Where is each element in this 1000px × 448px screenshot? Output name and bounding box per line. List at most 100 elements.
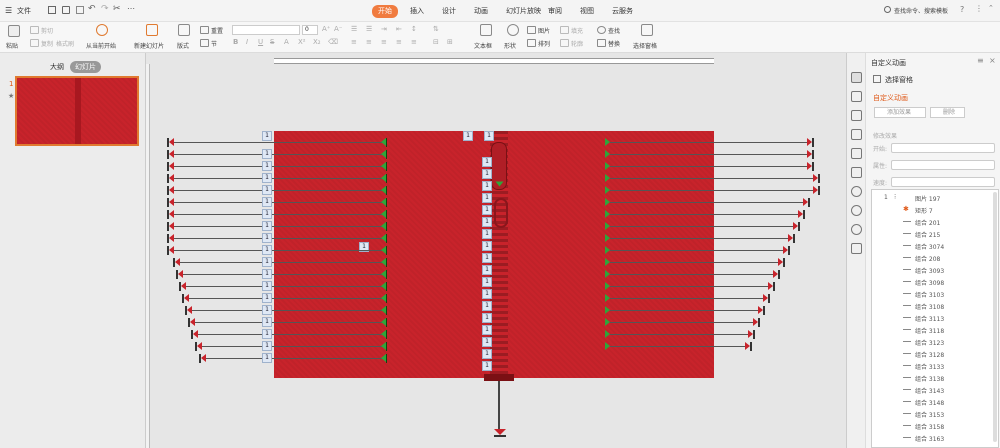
- animation-list-item[interactable]: 组合 3153: [872, 408, 998, 420]
- layout-icon[interactable]: [178, 24, 190, 36]
- superscript-icon[interactable]: X²: [298, 38, 306, 46]
- shape-button[interactable]: 形状: [504, 41, 516, 50]
- tab-design[interactable]: 设计: [436, 5, 462, 18]
- help-icon[interactable]: ?: [960, 5, 964, 14]
- collapse-ribbon-icon[interactable]: ⌃: [988, 4, 994, 12]
- animation-list-item[interactable]: 组合 3163: [872, 432, 998, 444]
- shape-icon[interactable]: [507, 24, 519, 36]
- line-spacing-icon[interactable]: ↕: [411, 25, 417, 33]
- animation-tag[interactable]: 1: [482, 205, 492, 215]
- distribute-icon[interactable]: ≡: [411, 38, 417, 46]
- animation-tag[interactable]: 1: [482, 181, 492, 191]
- subscript-icon[interactable]: X₂: [313, 38, 321, 46]
- list-scrollbar[interactable]: [993, 192, 997, 442]
- from-current-button[interactable]: 从当前开始: [86, 41, 116, 50]
- tab-insert[interactable]: 插入: [404, 5, 430, 18]
- clear-format-icon[interactable]: ⌫: [328, 38, 338, 46]
- outline-icon[interactable]: [560, 39, 569, 47]
- text-align-icon[interactable]: ⊟: [433, 38, 439, 46]
- animation-tag[interactable]: 1: [262, 161, 272, 171]
- star-icon[interactable]: [851, 148, 862, 159]
- animation-tag[interactable]: 1: [482, 313, 492, 323]
- save-icon[interactable]: [48, 6, 56, 14]
- animation-tag[interactable]: 1: [262, 293, 272, 303]
- paste-button[interactable]: 粘贴: [6, 41, 18, 50]
- section-icon[interactable]: [200, 39, 209, 47]
- new-slide-icon[interactable]: [146, 24, 158, 36]
- tab-home[interactable]: 开始: [372, 5, 398, 18]
- select-pane-button[interactable]: 选择窗格: [633, 41, 657, 50]
- share-icon[interactable]: [851, 186, 862, 197]
- shape-pane-icon[interactable]: [851, 110, 862, 121]
- animation-list-item[interactable]: 组合 3128: [872, 348, 998, 360]
- animation-tag[interactable]: 1: [262, 329, 272, 339]
- select-pane-link[interactable]: 选择窗格: [885, 75, 913, 85]
- animation-list-item[interactable]: 组合 3108: [872, 300, 998, 312]
- numbering-icon[interactable]: ☰: [366, 25, 372, 33]
- properties-icon[interactable]: [851, 129, 862, 140]
- animation-tag[interactable]: 1: [482, 157, 492, 167]
- animation-tag[interactable]: 1: [482, 265, 492, 275]
- strikethrough-icon[interactable]: S: [270, 38, 274, 46]
- animation-tag[interactable]: 1: [262, 173, 272, 183]
- fill-icon[interactable]: [560, 26, 569, 34]
- animation-tag[interactable]: 1: [262, 197, 272, 207]
- arrange-button[interactable]: 排列: [538, 39, 550, 48]
- animation-tag[interactable]: 1: [482, 325, 492, 335]
- animation-tag[interactable]: 1: [262, 257, 272, 267]
- grow-font-icon[interactable]: A⁺: [322, 25, 330, 33]
- pane-menu-icon[interactable]: ≡: [977, 56, 984, 65]
- more-icon[interactable]: ⋯: [127, 4, 135, 13]
- reset-icon[interactable]: [200, 26, 209, 34]
- arrange-icon[interactable]: [527, 39, 536, 47]
- outline-button[interactable]: 轮廓: [571, 39, 583, 48]
- underline-icon[interactable]: U: [258, 38, 263, 46]
- property-select[interactable]: [891, 160, 995, 170]
- animation-tag[interactable]: 1: [482, 193, 492, 203]
- animation-list-item[interactable]: 组合 3113: [872, 312, 998, 324]
- more-options-icon[interactable]: ⋮: [975, 4, 983, 13]
- indent-icon[interactable]: ⇥: [381, 25, 387, 33]
- menu-icon[interactable]: ☰: [5, 6, 12, 15]
- animation-tag[interactable]: 1: [482, 361, 492, 371]
- animation-tag[interactable]: 1: [262, 131, 272, 141]
- animation-list-item[interactable]: 组合 215: [872, 228, 998, 240]
- animation-tag[interactable]: 1: [262, 149, 272, 159]
- undo-icon[interactable]: ↶: [88, 4, 96, 14]
- fill-button[interactable]: 填充: [571, 26, 583, 35]
- animation-tag[interactable]: 1: [484, 131, 494, 141]
- tab-view[interactable]: 视图: [574, 5, 600, 18]
- columns-icon[interactable]: ⊞: [447, 38, 453, 46]
- copy-pane-icon[interactable]: [851, 91, 862, 102]
- animation-list-item[interactable]: 组合 208: [872, 252, 998, 264]
- help-pane-icon[interactable]: [851, 224, 862, 235]
- animation-tag[interactable]: 1: [262, 305, 272, 315]
- animation-list-item[interactable]: 组合 201: [872, 216, 998, 228]
- export-icon[interactable]: [76, 6, 84, 14]
- tab-animation[interactable]: 动画: [468, 5, 494, 18]
- animation-tag[interactable]: 1: [262, 245, 272, 255]
- tab-outline[interactable]: 大纲: [50, 62, 64, 72]
- replace-icon[interactable]: [597, 39, 606, 47]
- select-pane-icon[interactable]: [641, 24, 653, 36]
- picture-icon[interactable]: [527, 26, 536, 34]
- animation-list-item[interactable]: ✱ 矩形 7: [872, 204, 998, 216]
- history-icon[interactable]: [851, 205, 862, 216]
- tools-icon[interactable]: ✂: [113, 4, 121, 14]
- pane-close-icon[interactable]: ×: [989, 56, 996, 65]
- animation-list-item[interactable]: 组合 3123: [872, 336, 998, 348]
- align-right-icon[interactable]: ≡: [381, 38, 387, 46]
- new-slide-button[interactable]: 新建幻灯片: [134, 41, 164, 50]
- tab-review[interactable]: 审阅: [542, 5, 568, 18]
- outdent-icon[interactable]: ⇤: [396, 25, 402, 33]
- animation-tag[interactable]: 1: [482, 253, 492, 263]
- tab-cloud[interactable]: 云服务: [606, 5, 639, 18]
- animation-list-item[interactable]: 1 ⁝ 图片 197: [872, 192, 998, 204]
- animation-list-item[interactable]: 组合 3093: [872, 264, 998, 276]
- speed-select[interactable]: [891, 177, 995, 187]
- animation-list-item[interactable]: 组合 3138: [872, 372, 998, 384]
- shrink-font-icon[interactable]: A⁻: [334, 25, 342, 33]
- animation-tag[interactable]: 1: [262, 353, 272, 363]
- add-effect-button[interactable]: 添加效果: [874, 107, 926, 118]
- copy-icon[interactable]: [30, 39, 39, 47]
